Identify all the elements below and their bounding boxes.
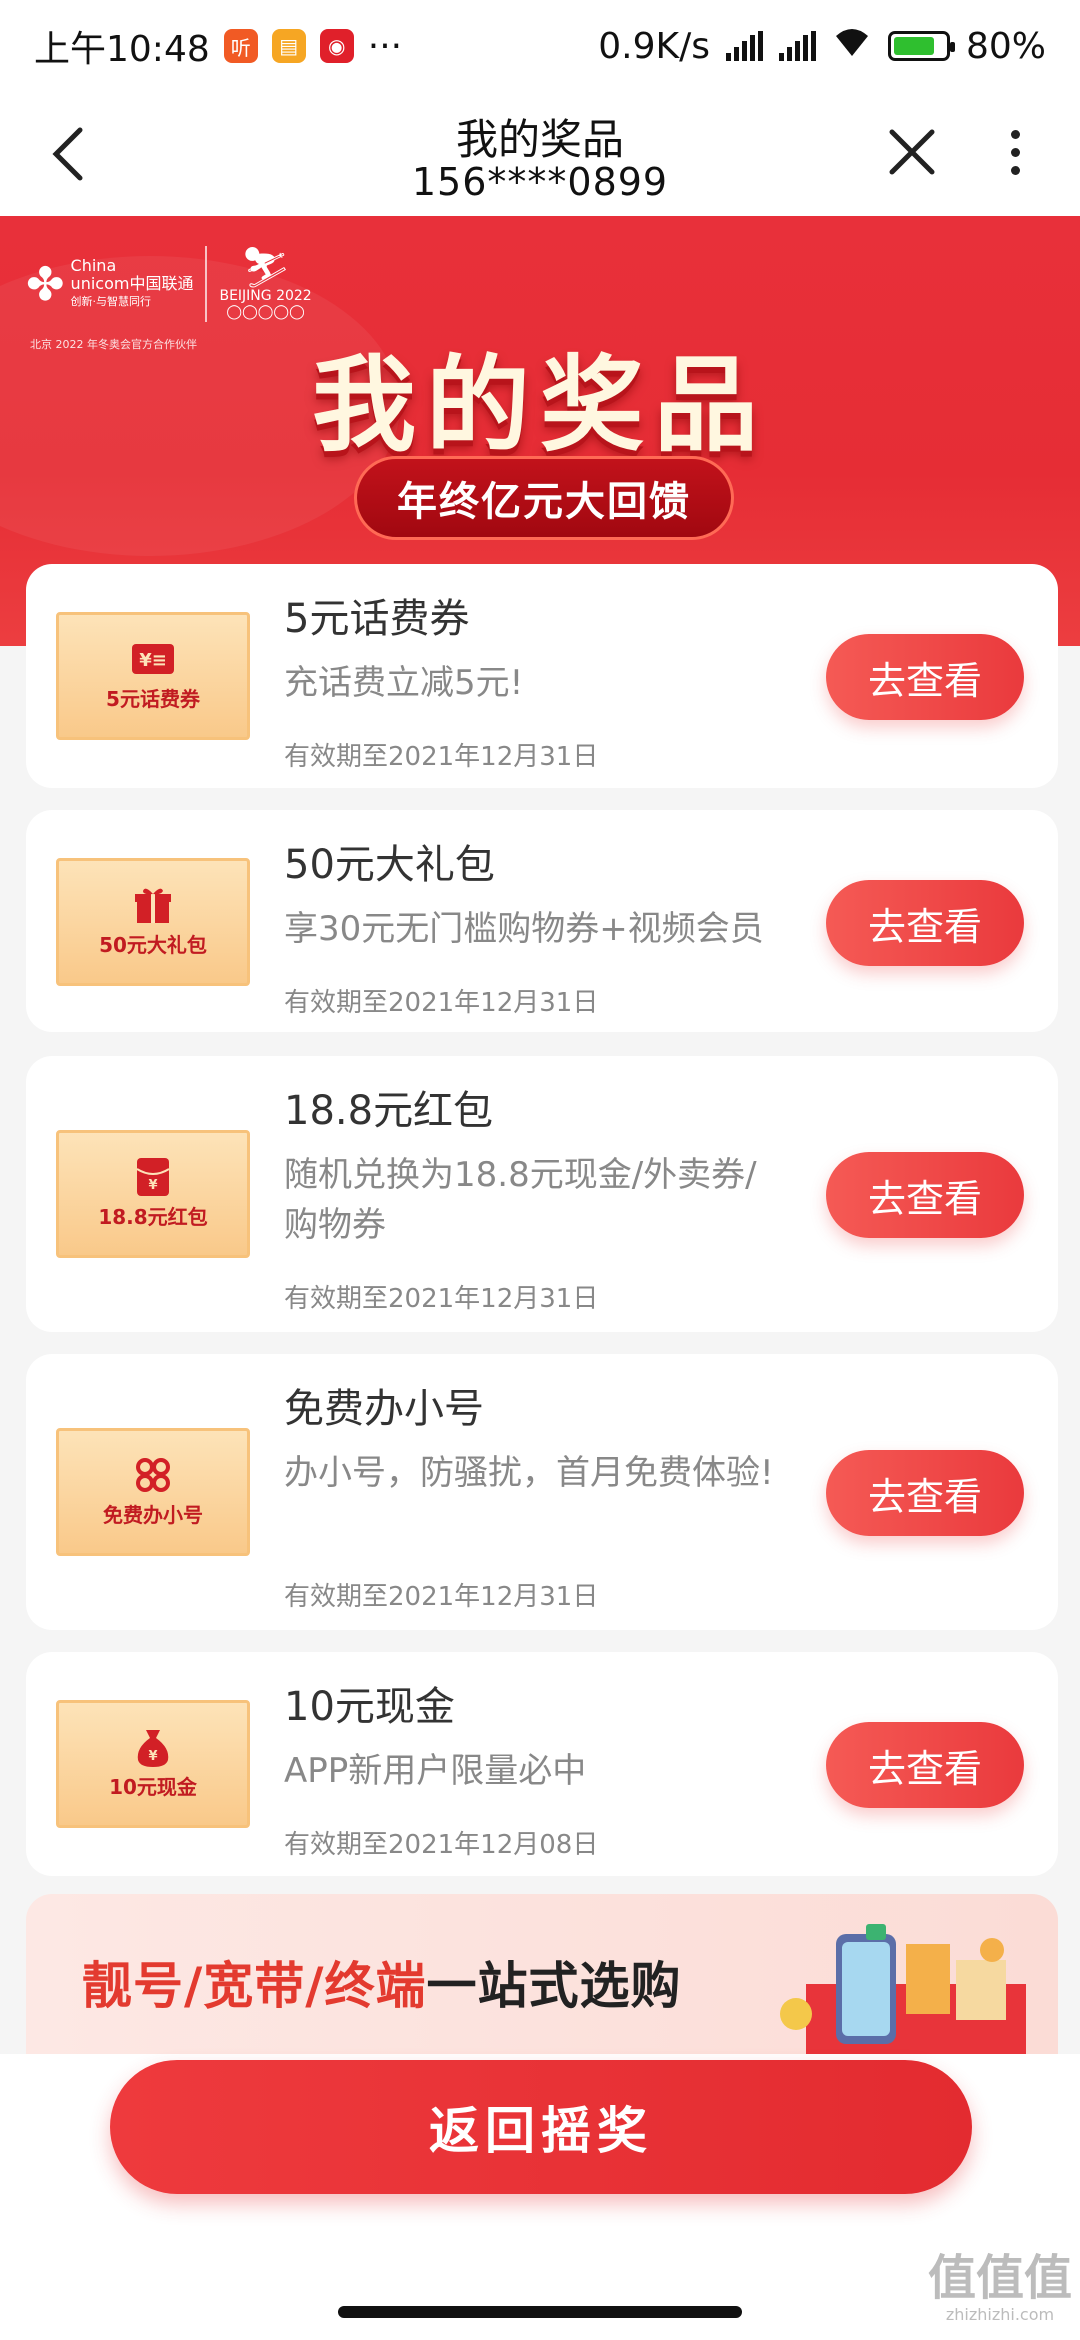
signal-icon bbox=[725, 31, 763, 61]
prize-title: 免费办小号 bbox=[284, 1386, 484, 1432]
prize-title: 18.8元红包 bbox=[284, 1088, 494, 1134]
prize-ticket: 50元大礼包 bbox=[56, 858, 250, 986]
voucher-icon: ¥≡ bbox=[130, 641, 176, 677]
wifi-icon bbox=[832, 26, 872, 67]
view-button[interactable]: 去查看 bbox=[826, 634, 1024, 720]
prize-title: 50元大礼包 bbox=[284, 842, 495, 888]
ticket-label: 5元话费券 bbox=[106, 686, 200, 711]
unicom-logo-text: China unicom中国联通 创新·与智慧同行 bbox=[71, 257, 194, 311]
promo-banner[interactable]: 靓号/宽带/终端一站式选购 bbox=[26, 1894, 1058, 2054]
ticket-label: 50元大礼包 bbox=[99, 932, 207, 957]
logo-divider bbox=[205, 246, 208, 322]
signal-icon-2 bbox=[778, 31, 816, 61]
more-notifications-icon: ··· bbox=[367, 25, 403, 67]
watermark-logo: 值值值 bbox=[927, 2250, 1072, 2306]
money-bag-icon: ¥ bbox=[130, 1729, 176, 1767]
watermark: 值值值 zhizhizhi.com bbox=[920, 2250, 1080, 2340]
banner-title: 我的奖品 bbox=[311, 344, 768, 466]
status-right: 0.9K/s 80% bbox=[598, 26, 1046, 67]
unicom-knot-icon bbox=[130, 1457, 176, 1493]
network-speed: 0.9K/s bbox=[598, 25, 710, 67]
view-button[interactable]: 去查看 bbox=[826, 1450, 1024, 1536]
battery-percent: 80% bbox=[965, 25, 1046, 67]
nav-bar: 我的奖品 156****0899 bbox=[0, 92, 1080, 216]
notes-app-icon: ▤ bbox=[271, 29, 306, 63]
prize-validity: 有效期至2021年12月31日 bbox=[284, 988, 599, 1018]
ticket-label: 免费办小号 bbox=[103, 1502, 203, 1527]
prize-validity: 有效期至2021年12月31日 bbox=[284, 1582, 599, 1612]
battery-icon bbox=[887, 31, 955, 61]
prize-description: 享30元无门槛购物券+视频会员 bbox=[284, 909, 764, 949]
status-bar: 上午10:48 听 ▤ ◉ ··· 0.9K/s 80% bbox=[0, 0, 1080, 92]
brand-logos: ✤ China unicom中国联通 创新·与智慧同行 ⛷ BEIJING 20… bbox=[26, 246, 312, 322]
red-packet-icon: ¥ bbox=[130, 1157, 176, 1196]
prize-validity: 有效期至2021年12月31日 bbox=[284, 1284, 599, 1314]
logo-en1: China bbox=[70, 256, 117, 275]
prize-description: APP新用户限量必中 bbox=[284, 1751, 587, 1791]
promo-rest: 一站式选购 bbox=[426, 1957, 682, 2015]
banner-pill: 年终亿元大回馈 bbox=[354, 456, 734, 540]
prize-validity: 有效期至2021年12月31日 bbox=[284, 742, 599, 772]
prize-title: 5元话费券 bbox=[284, 596, 470, 642]
prize-card: ¥ 18.8元红包 18.8元红包 随机兑换为18.8元现金/外卖券/购物券 有… bbox=[26, 1056, 1058, 1332]
svg-text:¥: ¥ bbox=[148, 1749, 157, 1764]
olympic-logo: ⛷ BEIJING 2022 ◯◯◯◯◯ bbox=[219, 248, 311, 320]
promo-text: 靓号/宽带/终端一站式选购 bbox=[82, 1946, 682, 2018]
prize-ticket: 免费办小号 bbox=[56, 1428, 250, 1556]
logo-sub: 创新·与智慧同行 bbox=[70, 295, 152, 308]
view-button[interactable]: 去查看 bbox=[826, 1152, 1024, 1238]
unicom-app-icon: ◉ bbox=[319, 29, 354, 63]
logo-cn: 中国联通 bbox=[129, 274, 194, 293]
svg-text:¥: ¥ bbox=[148, 1178, 157, 1193]
more-dot bbox=[1010, 147, 1020, 157]
view-button[interactable]: 去查看 bbox=[826, 1722, 1024, 1808]
prize-ticket: ¥ 18.8元红包 bbox=[56, 1130, 250, 1258]
logo-en2: unicom bbox=[70, 274, 130, 293]
shopping-products-illustration bbox=[780, 1924, 1026, 2054]
prize-ticket: ¥≡ 5元话费券 bbox=[56, 612, 250, 740]
prize-validity: 有效期至2021年12月08日 bbox=[284, 1830, 599, 1860]
status-left: 上午10:48 听 ▤ ◉ ··· bbox=[34, 20, 402, 72]
olympic-text: BEIJING 2022 bbox=[219, 288, 312, 304]
prize-card: 免费办小号 免费办小号 办小号，防骚扰，首月免费体验! 有效期至2021年12月… bbox=[26, 1354, 1058, 1630]
olympic-emblem-icon: ⛷ bbox=[240, 245, 291, 291]
prize-card: ¥ 10元现金 10元现金 APP新用户限量必中 有效期至2021年12月08日… bbox=[26, 1652, 1058, 1876]
promo-highlight: 靓号/宽带/终端 bbox=[82, 1957, 427, 2015]
prize-description: 充话费立减5元! bbox=[284, 663, 524, 703]
return-to-lottery-button[interactable]: 返回摇奖 bbox=[110, 2060, 972, 2194]
watermark-url: zhizhizhi.com bbox=[945, 2305, 1055, 2324]
close-icon bbox=[889, 129, 935, 175]
prize-card: ¥≡ 5元话费券 5元话费券 充话费立减5元! 有效期至2021年12月31日 … bbox=[26, 564, 1058, 788]
status-time: 上午10:48 bbox=[34, 29, 210, 70]
unicom-logo-icon: ✤ bbox=[26, 257, 65, 311]
home-indicator[interactable] bbox=[338, 2306, 742, 2318]
ticket-label: 18.8元红包 bbox=[98, 1204, 208, 1229]
view-button[interactable]: 去查看 bbox=[826, 880, 1024, 966]
listen-app-icon: 听 bbox=[223, 29, 258, 63]
ticket-label: 10元现金 bbox=[109, 1774, 197, 1799]
prize-ticket: ¥ 10元现金 bbox=[56, 1700, 250, 1828]
prize-description: 随机兑换为18.8元现金/外卖券/购物券 bbox=[284, 1155, 757, 1245]
gift-icon bbox=[130, 887, 176, 923]
more-menu-button[interactable] bbox=[990, 120, 1040, 184]
svg-text:¥≡: ¥≡ bbox=[139, 650, 167, 671]
close-button[interactable] bbox=[880, 120, 944, 184]
prize-description: 办小号，防骚扰，首月免费体验! bbox=[284, 1453, 774, 1493]
prize-card: 50元大礼包 50元大礼包 享30元无门槛购物券+视频会员 有效期至2021年1… bbox=[26, 810, 1058, 1032]
more-dot bbox=[1010, 165, 1020, 175]
prize-title: 10元现金 bbox=[284, 1684, 455, 1730]
olympic-rings-icon: ◯◯◯◯◯ bbox=[226, 304, 305, 320]
more-dot bbox=[1010, 129, 1020, 139]
